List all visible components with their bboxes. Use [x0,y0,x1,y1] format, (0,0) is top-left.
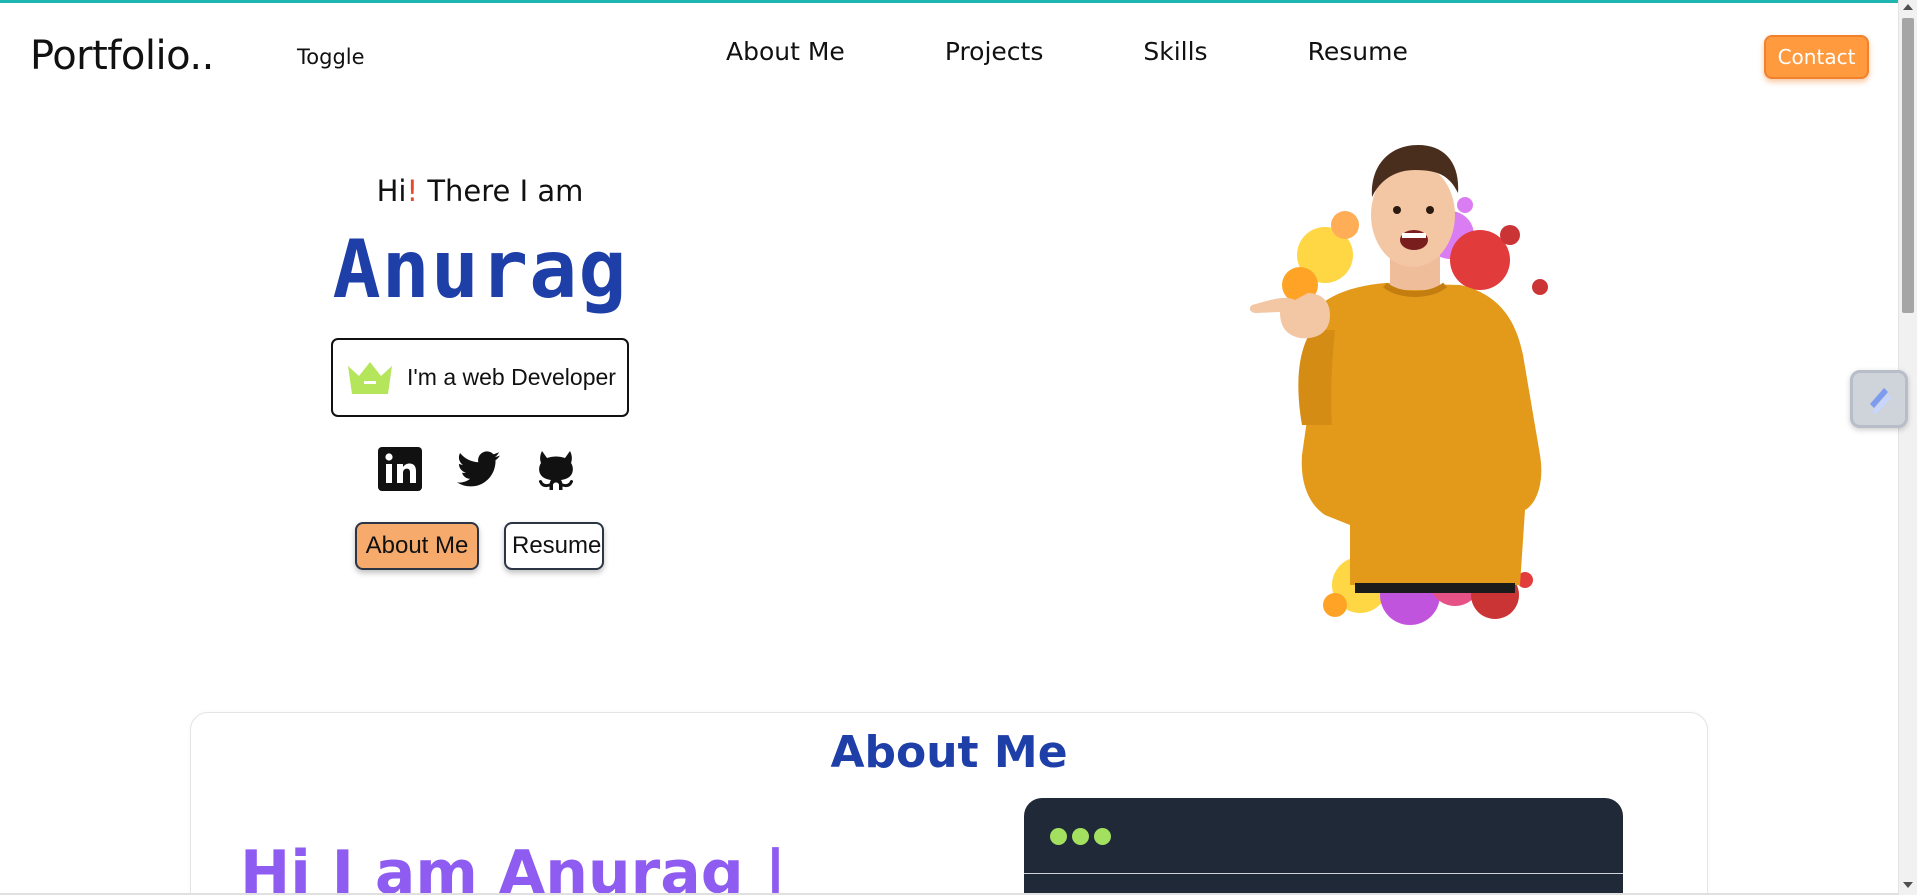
scroll-down-arrow-icon[interactable] [1903,882,1913,888]
social-links [376,445,580,493]
about-typing-greeting: Hi I am Anurag | [240,838,787,895]
hero-person-illustration [1249,145,1548,625]
hero-greeting: Hi! There I am [280,174,680,208]
scrollbar-thumb[interactable] [1902,18,1914,313]
role-text: I'm a web Developer [407,364,616,390]
brand-logo[interactable]: Portfolio.. [30,33,214,79]
window-dot-icon [1072,828,1089,845]
contact-button[interactable]: Contact [1764,35,1869,79]
code-window [1024,798,1623,895]
role-badge: I'm a web Developer [331,338,629,417]
hero-intro: Hi! There I am Anurag [280,170,680,314]
window-dot-icon [1094,828,1111,845]
about-me-button[interactable]: About Me [355,522,479,570]
github-icon[interactable] [532,445,580,493]
code-window-divider [1024,873,1623,874]
nav-link-skills[interactable]: Skills [1143,37,1207,66]
navbar: Portfolio.. Toggle About Me Projects Ski… [0,3,1895,103]
greeting-rest: There I am [418,174,584,208]
about-section-title: About Me [830,727,1068,778]
twitter-icon[interactable] [454,445,502,493]
crown-icon [348,361,392,394]
scroll-up-arrow-icon[interactable] [1903,4,1913,10]
nav-links: About Me Projects Skills Resume [726,37,1408,66]
resume-button[interactable]: Resume [504,522,604,570]
window-dot-icon [1050,828,1067,845]
nav-link-resume[interactable]: Resume [1308,37,1408,66]
greeting-exclamation: ! [406,174,419,208]
floating-assistant-widget[interactable] [1850,370,1908,428]
nav-link-about[interactable]: About Me [726,37,845,66]
assistant-logo-icon [1870,388,1891,414]
nav-link-projects[interactable]: Projects [945,37,1044,66]
theme-toggle[interactable]: Toggle [297,45,365,69]
hero-name: Anurag [332,223,628,316]
greeting-hi: Hi [376,174,407,208]
hero-buttons: About Me Resume [355,522,604,570]
linkedin-icon[interactable] [376,445,424,493]
